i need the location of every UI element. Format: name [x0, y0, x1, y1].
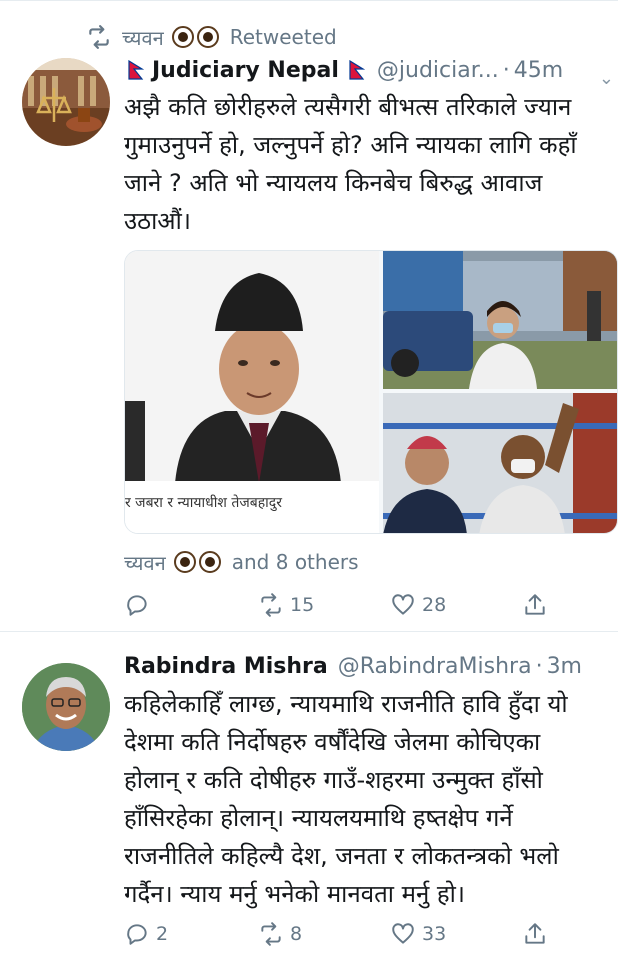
separator-dot: ·	[535, 653, 543, 679]
liked-by-row[interactable]: च्यवन and 8 others	[124, 546, 359, 578]
media-image-street[interactable]	[383, 251, 617, 389]
like-button[interactable]: 28	[390, 588, 446, 622]
like-count: 33	[422, 923, 447, 945]
tweet-actions: 15 28	[124, 588, 574, 622]
retweet-icon	[89, 25, 109, 49]
media-image-judge[interactable]: र जबरा र न्यायाधीश तेजबहादुर	[125, 251, 379, 533]
avatar[interactable]	[22, 663, 110, 751]
reply-icon	[127, 924, 147, 945]
author-name[interactable]: Judiciary Nepal	[152, 58, 339, 83]
liker-name[interactable]: च्यवन	[124, 549, 166, 576]
share-button[interactable]	[522, 917, 554, 951]
retweeter-name[interactable]: च्यवन	[122, 24, 164, 51]
retweet-icon	[261, 593, 281, 617]
media-image-men[interactable]	[383, 393, 617, 533]
author-handle[interactable]: @RabindraMishra	[338, 654, 532, 679]
retweet-count: 15	[290, 594, 315, 616]
retweet-context: च्यवन Retweeted	[86, 22, 337, 52]
avatar[interactable]	[22, 58, 110, 146]
eyes-emoji	[171, 26, 222, 48]
eyes-emoji	[173, 551, 224, 573]
media-caption: र जबरा र न्यायाधीश तेजबहादुर	[125, 481, 379, 533]
timestamp[interactable]: 3m	[547, 654, 582, 679]
retweet-icon	[261, 922, 281, 946]
tweet-text: कहिलेकाहिँ लाग्छ, न्यायमाथि राजनीति हावि…	[124, 690, 568, 908]
reply-button[interactable]: 2	[124, 917, 168, 951]
timestamp[interactable]: 45m	[514, 58, 563, 83]
separator-dot: ·	[502, 57, 510, 83]
liked-others[interactable]: and 8 others	[232, 550, 359, 574]
author-name[interactable]: Rabindra Mishra	[124, 654, 328, 679]
tweet-media[interactable]: र जबरा र न्यायाधीश तेजबहादुर	[124, 250, 618, 534]
retweet-count: 8	[290, 923, 303, 945]
tweet-header: Rabindra Mishra @RabindraMishra · 3m	[124, 649, 604, 683]
tweet-rabindra-mishra[interactable]: Rabindra Mishra @RabindraMishra · 3m कहि…	[0, 633, 618, 960]
share-button[interactable]	[522, 588, 554, 622]
nepal-flag-icon	[128, 60, 144, 80]
retweet-button[interactable]: 8	[258, 917, 302, 951]
retweeted-label: Retweeted	[229, 25, 337, 49]
reply-icon	[127, 595, 147, 616]
reply-button[interactable]	[124, 588, 156, 622]
heart-icon	[392, 594, 414, 615]
like-count: 28	[422, 594, 447, 616]
author-handle[interactable]: @judiciar...	[377, 58, 499, 83]
share-icon	[525, 923, 545, 944]
share-icon	[525, 594, 545, 615]
tweet-header: Judiciary Nepal @judiciar... · 45m	[124, 53, 604, 87]
nepal-flag-icon	[349, 60, 365, 80]
tweet-actions: 2 8 33	[124, 917, 574, 951]
heart-icon	[392, 923, 414, 944]
like-button[interactable]: 33	[390, 917, 446, 951]
retweet-button[interactable]: 15	[258, 588, 314, 622]
tweet-judiciary-nepal[interactable]: च्यवन Retweeted Judiciary Nepal @judicia…	[0, 0, 618, 632]
reply-count: 2	[156, 923, 169, 945]
tweet-text: अझै कति छोरीहरुले त्यसैगरी बीभत्स तरिकाल…	[124, 93, 577, 235]
chevron-down-icon[interactable]: ⌄	[599, 68, 614, 89]
